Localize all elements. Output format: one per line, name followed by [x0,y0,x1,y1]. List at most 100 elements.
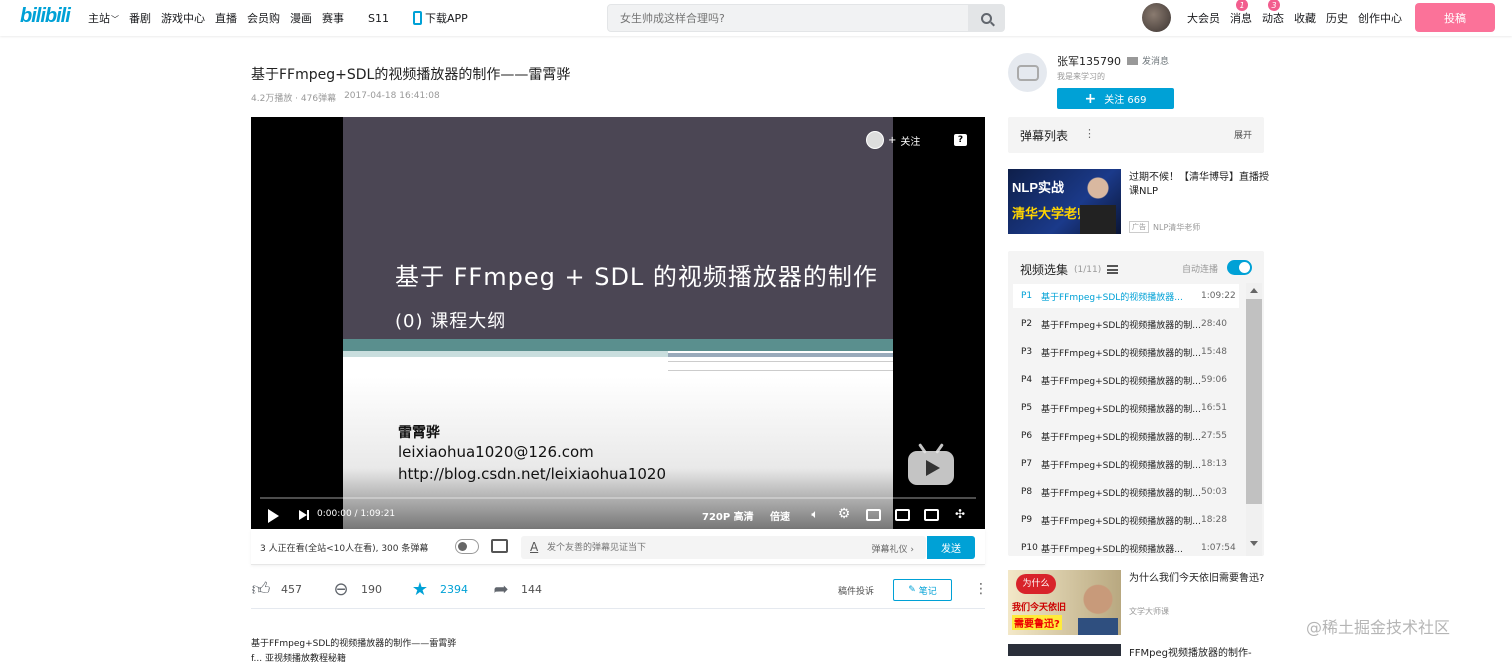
nav-anime[interactable]: 番剧 [129,10,151,26]
nav-creator-center[interactable]: 创作中心 [1358,10,1402,26]
more-icon[interactable]: ⋮ [974,581,988,597]
help-icon[interactable]: ? [954,134,967,146]
danmaku-input-box: A 弹幕礼仪 › [521,536,926,559]
like-button[interactable]: 👍︎ 457 [251,579,302,600]
next-icon[interactable] [299,510,307,520]
edit-icon: ✎ [908,585,916,595]
follow-button[interactable]: + 关注 669 [1057,88,1174,109]
video-toolbar: 👍︎ 457 ⊖ 190 ★ 2394 ➦ 144 稿件投诉 ✎ 笔记 ⋮ [251,575,988,609]
text-style-icon[interactable]: A [530,540,538,554]
autoplay-toggle[interactable] [1227,260,1252,275]
viewer-count: 3 人正在看(全站<10人在看), 300 条弹幕 [260,544,429,554]
settings-icon[interactable]: ⚙︎ [837,507,851,521]
danmaku-list-title: 弹幕列表 [1020,129,1069,143]
danmaku-settings-icon[interactable] [491,539,508,553]
quality-selector[interactable]: 720P 高清 [702,508,754,523]
recommend-title[interactable]: 为什么我们今天依旧需要鲁迅? [1129,572,1269,586]
upload-button[interactable]: 投稿 [1415,3,1495,32]
volume-icon[interactable]: 🔈︎ [808,507,822,521]
episode-title: 基于FFmpeg+SDL的视频播放器的制... [1041,432,1201,443]
nav-game-center[interactable]: 游戏中心 [161,10,205,26]
report-link[interactable]: 稿件投诉 [838,584,874,597]
search-button[interactable] [968,5,1004,31]
star-icon: ★ [411,578,429,600]
video-title: 基于FFmpeg+SDL的视频播放器的制作——雷霄骅 [251,67,571,83]
video-player[interactable]: 基于 FFmpeg + SDL 的视频播放器的制作 (0) 课程大纲 雷霄骅 l… [251,117,985,529]
list-icon[interactable] [1107,265,1119,274]
more-options-icon[interactable]: ⋮ [1084,127,1095,140]
episode-item-p4[interactable]: P4 基于FFmpeg+SDL的视频播放器的制... 59:06 [1013,368,1239,392]
nav-history[interactable]: 历史 [1326,10,1348,26]
danmaku-etiquette-link[interactable]: 弹幕礼仪 › [872,542,914,555]
player-follow-overlay[interactable]: + 关注 [866,131,920,149]
nav-favorites[interactable]: 收藏 [1294,10,1316,26]
episode-duration: 1:09:22 [1201,291,1236,301]
ad-title[interactable]: 过期不候！【清华博导】直播授课NLP [1129,171,1269,199]
episode-item-p6[interactable]: P6 基于FFmpeg+SDL的视频播放器的制... 27:55 [1013,424,1239,448]
progress-bar[interactable] [260,497,976,499]
episode-item-p2[interactable]: P2 基于FFmpeg+SDL的视频播放器的制... 28:40 [1013,312,1239,336]
search-input[interactable] [608,5,968,31]
fullscreen-icon[interactable]: ✣ [953,507,967,521]
recommend-thumbnail [1008,644,1121,656]
episode-item-p8[interactable]: P8 基于FFmpeg+SDL的视频播放器的制... 50:03 [1013,480,1239,504]
episode-duration: 59:06 [1201,375,1227,385]
share-button[interactable]: ➦ 144 [491,579,542,600]
recommend-card[interactable]: 为什么 我们今天依旧 需要鲁迅? 为什么我们今天依旧需要鲁迅? 文学大师课 [1008,570,1264,636]
nav-esports[interactable]: 赛事 [322,10,344,26]
nav-manga[interactable]: 漫画 [290,10,312,26]
danmaku-bar: 3 人正在看(全站<10人在看), 300 条弹幕 A 弹幕礼仪 › 发送 [251,529,985,565]
recommend-card[interactable]: FFMpeg视频播放器的制作- [1008,644,1264,664]
danmaku-send-button[interactable]: 发送 [927,536,975,559]
episode-item-p10[interactable]: P10 基于FFmpeg+SDL的视频播放器... 1:07:54 [1013,536,1239,556]
uploader-name[interactable]: 张军135790 [1057,53,1121,69]
chevron-down-icon: ﹀ [111,15,119,24]
speed-selector[interactable]: 倍速 [770,508,790,523]
episode-item-p7[interactable]: P7 基于FFmpeg+SDL的视频播放器的制... 18:13 [1013,452,1239,476]
episode-title: 基于FFmpeg+SDL的视频播放器... [1041,292,1183,303]
episode-title: 基于FFmpeg+SDL的视频播放器的制... [1041,348,1201,359]
widescreen-icon[interactable] [895,509,910,521]
danmaku-toggle[interactable] [455,539,479,554]
nav-vip[interactable]: 大会员 [1187,10,1220,26]
uploader-avatar[interactable] [1008,53,1047,92]
user-avatar[interactable] [1142,3,1171,32]
webfullscreen-icon[interactable] [924,509,939,521]
favorite-button[interactable]: ★ 2394 [410,578,468,600]
nav-dynamics[interactable]: 3 动态 [1262,0,1284,26]
episode-item-p9[interactable]: P9 基于FFmpeg+SDL的视频播放器的制... 18:28 [1013,508,1239,532]
episode-number: P7 [1021,459,1033,469]
recommend-title[interactable]: FFMpeg视频播放器的制作- [1129,644,1252,659]
nav-s11[interactable]: S11 [368,12,389,25]
nav-live[interactable]: 直播 [215,10,237,26]
uploader-sign: 我是来学习的 [1057,72,1105,81]
user-nav: 大会员 1 消息 3 动态 收藏 历史 创作中心 [1187,0,1402,36]
danmaku-list-panel[interactable]: 弹幕列表 ⋮ 展开 [1008,117,1264,153]
nav-main-site[interactable]: 主站﹀ [88,10,119,26]
expand-link[interactable]: 展开 [1234,128,1252,141]
episode-title: 基于FFmpeg+SDL的视频播放器的制... [1041,376,1201,387]
coin-button[interactable]: ⊖ 190 [331,579,382,600]
episode-scrollbar[interactable] [1246,283,1262,556]
search-icon [980,12,992,24]
episode-item-p1[interactable]: P1 基于FFmpeg+SDL的视频播放器... 1:09:22 [1013,284,1239,308]
note-button[interactable]: ✎ 笔记 [893,579,952,601]
episode-title: 基于FFmpeg+SDL的视频播放器的制... [1041,320,1201,331]
episode-duration: 27:55 [1201,431,1227,441]
bilibili-tv-icon [908,443,954,485]
phone-icon [412,11,422,25]
pip-icon[interactable] [866,509,881,521]
bilibili-logo[interactable]: bilibili [20,5,76,31]
episode-item-p5[interactable]: P5 基于FFmpeg+SDL的视频播放器的制... 16:51 [1013,396,1239,420]
play-icon[interactable] [268,509,279,523]
video-description: 基于FFmpeg+SDL的视频播放器的制作——雷霄骅 [251,639,457,649]
recommend-author[interactable]: 文学大师课 [1129,606,1169,617]
nav-messages[interactable]: 1 消息 [1230,0,1252,26]
send-message-link[interactable]: 发消息 [1127,54,1169,67]
episode-item-p3[interactable]: P3 基于FFmpeg+SDL的视频播放器的制... 15:48 [1013,340,1239,364]
download-app-link[interactable]: 下载APP [412,10,468,26]
ad-card[interactable]: NLP实战 清华大学老师 过期不候！【清华博导】直播授课NLP 广告 NLP清华老… [1008,169,1269,235]
danmaku-input[interactable] [547,536,847,559]
nav-shop[interactable]: 会员购 [247,10,280,26]
video-frame: 基于 FFmpeg + SDL 的视频播放器的制作 (0) 课程大纲 雷霄骅 l… [343,117,893,529]
